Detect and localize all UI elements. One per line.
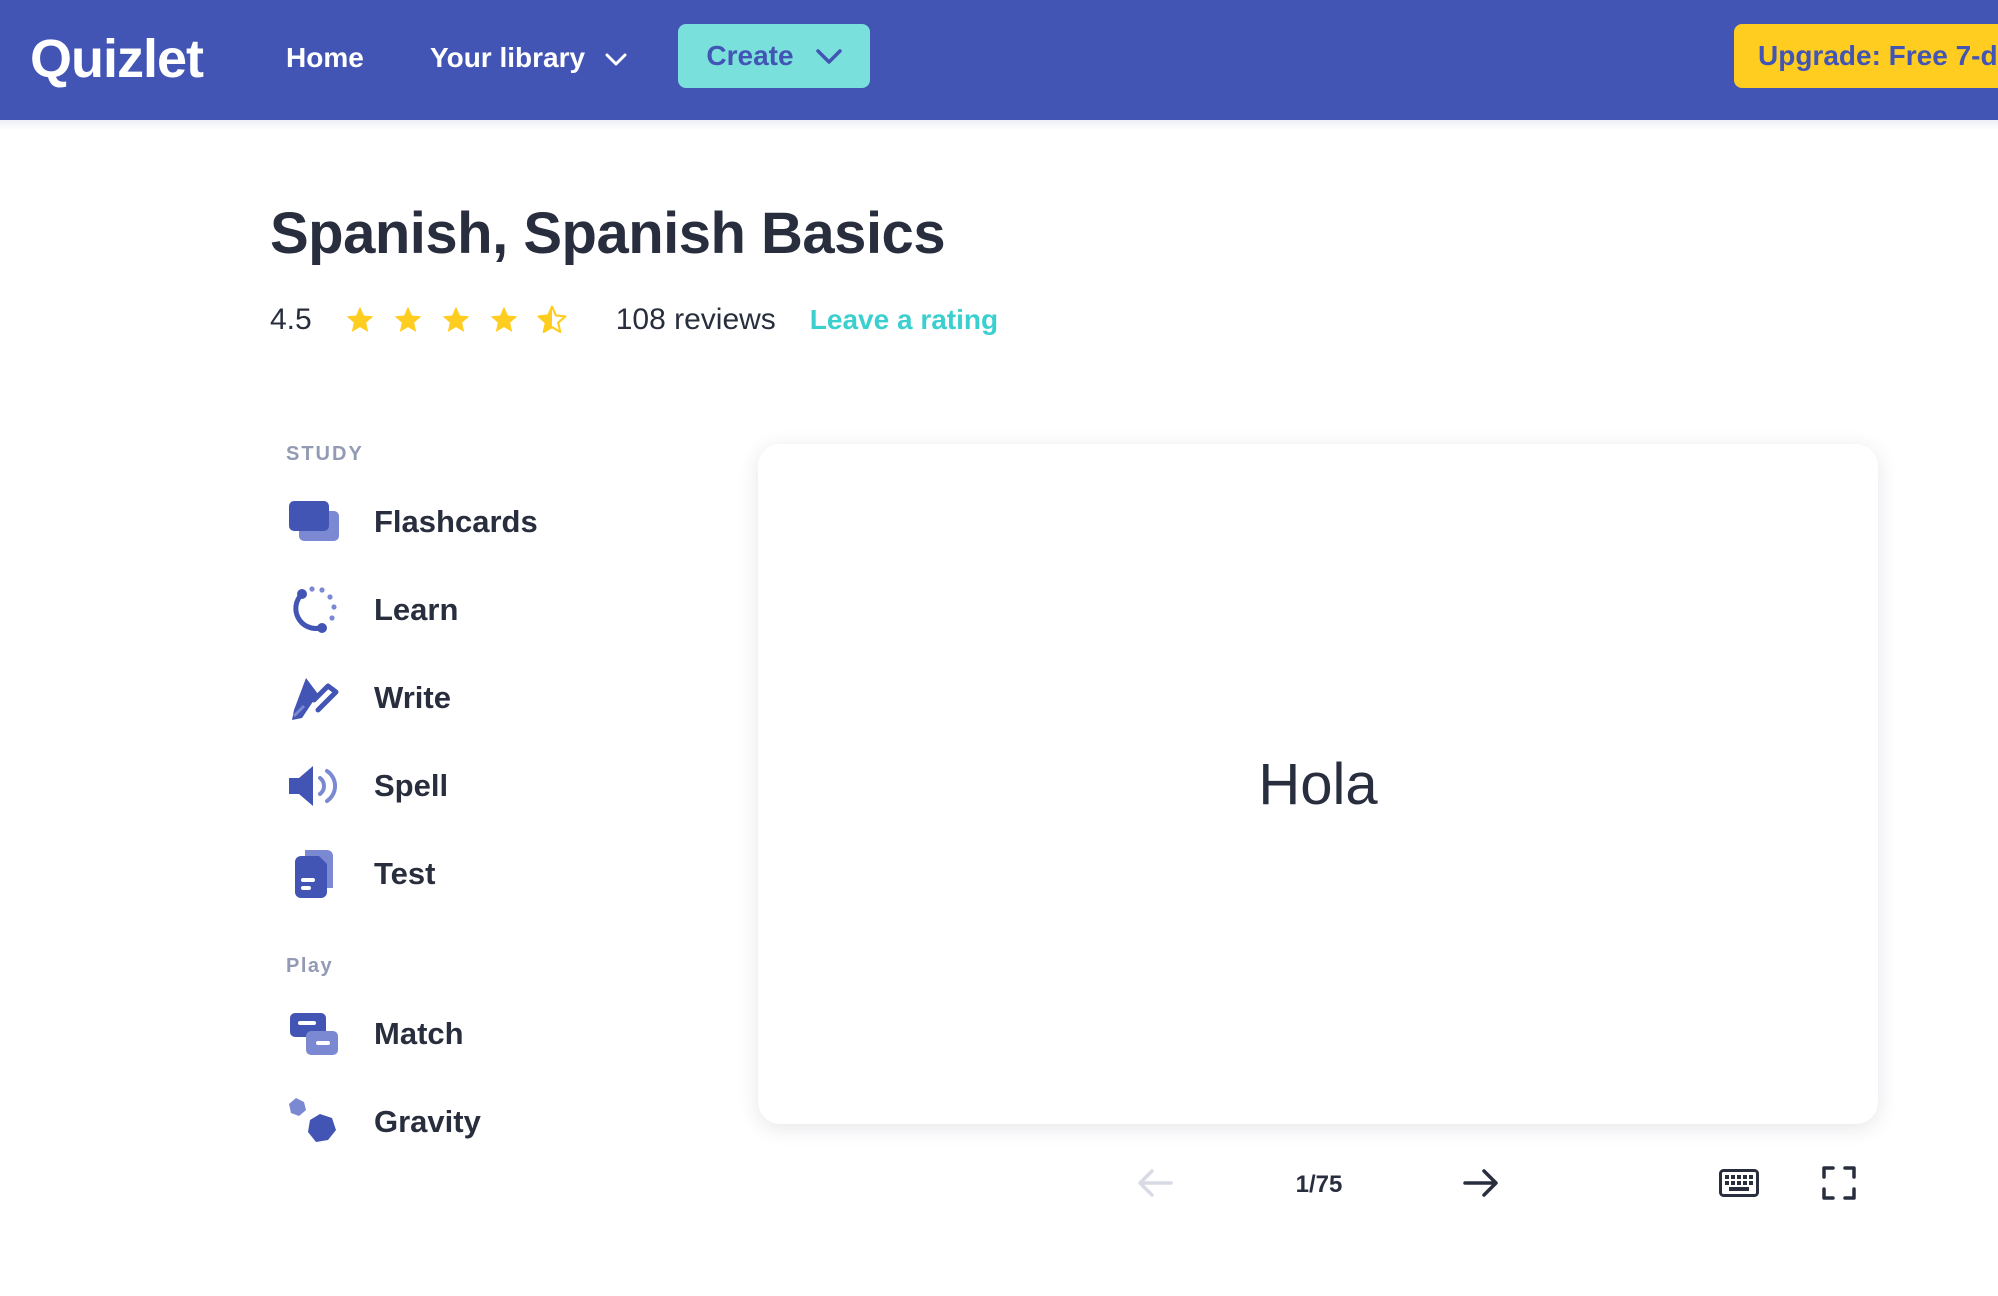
quizlet-logo[interactable]: Quizlet: [30, 28, 204, 90]
sidebar-item-test[interactable]: Test: [286, 844, 606, 904]
flashcards-icon: [286, 494, 342, 550]
topbar-shadow: [0, 120, 1998, 130]
upgrade-button[interactable]: Upgrade: Free 7-day trial: [1734, 24, 1998, 88]
keyboard-shortcuts-button[interactable]: [1714, 1160, 1764, 1210]
rating-value: 4.5: [270, 303, 312, 336]
nav-your-library-label: Your library: [430, 42, 586, 73]
review-count: 108 reviews: [615, 303, 776, 336]
page-title: Spanish, Spanish Basics: [270, 201, 946, 266]
star-icon: [392, 304, 424, 336]
star-rating: [344, 304, 568, 336]
sidebar-item-label: Match: [374, 1016, 464, 1051]
sidebar-item-label: Write: [374, 680, 451, 715]
test-icon: [286, 846, 342, 902]
half-star-icon: [536, 304, 568, 336]
sidebar-item-label: Test: [374, 856, 436, 891]
top-navigation-bar: Quizlet Home Your library Create Upgrade…: [0, 0, 1998, 120]
flashcard[interactable]: Hola: [758, 444, 1878, 1124]
learn-icon: [286, 582, 342, 638]
sidebar-item-spell[interactable]: Spell: [286, 756, 606, 816]
leave-rating-link[interactable]: Leave a rating: [810, 304, 998, 336]
play-heading: Play: [286, 955, 334, 977]
sidebar-item-label: Gravity: [374, 1104, 481, 1139]
match-icon: [286, 1006, 342, 1062]
nav-home-link[interactable]: Home: [286, 42, 364, 74]
write-icon: [286, 670, 342, 726]
sidebar-item-flashcards[interactable]: Flashcards: [286, 492, 606, 552]
star-icon: [440, 304, 472, 336]
rating-row: 4.5 108 reviews Leave a rating: [270, 298, 998, 342]
chevron-down-icon: [815, 40, 842, 72]
sidebar-item-label: Spell: [374, 768, 449, 803]
arrow-right-icon: [1463, 1168, 1499, 1203]
star-icon: [488, 304, 520, 336]
next-card-button[interactable]: [1456, 1160, 1506, 1210]
flashcard-term: Hola: [1258, 751, 1378, 817]
gravity-icon: [286, 1094, 342, 1150]
create-button-label: Create: [706, 40, 794, 71]
star-icon: [344, 304, 376, 336]
sidebar-item-gravity[interactable]: Gravity: [286, 1092, 606, 1152]
chevron-down-icon: [605, 42, 627, 74]
previous-card-button[interactable]: [1130, 1160, 1180, 1210]
sidebar-item-write[interactable]: Write: [286, 668, 606, 728]
sidebar-item-learn[interactable]: Learn: [286, 580, 606, 640]
sidebar-item-label: Flashcards: [374, 504, 538, 539]
fullscreen-button[interactable]: [1814, 1160, 1864, 1210]
study-heading: STUDY: [286, 443, 364, 465]
sidebar-item-label: Learn: [374, 592, 459, 627]
sidebar-item-match[interactable]: Match: [286, 1004, 606, 1064]
arrow-left-icon: [1137, 1168, 1173, 1203]
keyboard-icon: [1719, 1168, 1759, 1202]
create-button[interactable]: Create: [678, 24, 870, 88]
card-counter: 1/75: [1295, 1171, 1343, 1198]
fullscreen-icon: [1822, 1165, 1856, 1205]
nav-your-library-dropdown[interactable]: Your library: [430, 42, 627, 74]
speaker-icon: [286, 758, 342, 814]
